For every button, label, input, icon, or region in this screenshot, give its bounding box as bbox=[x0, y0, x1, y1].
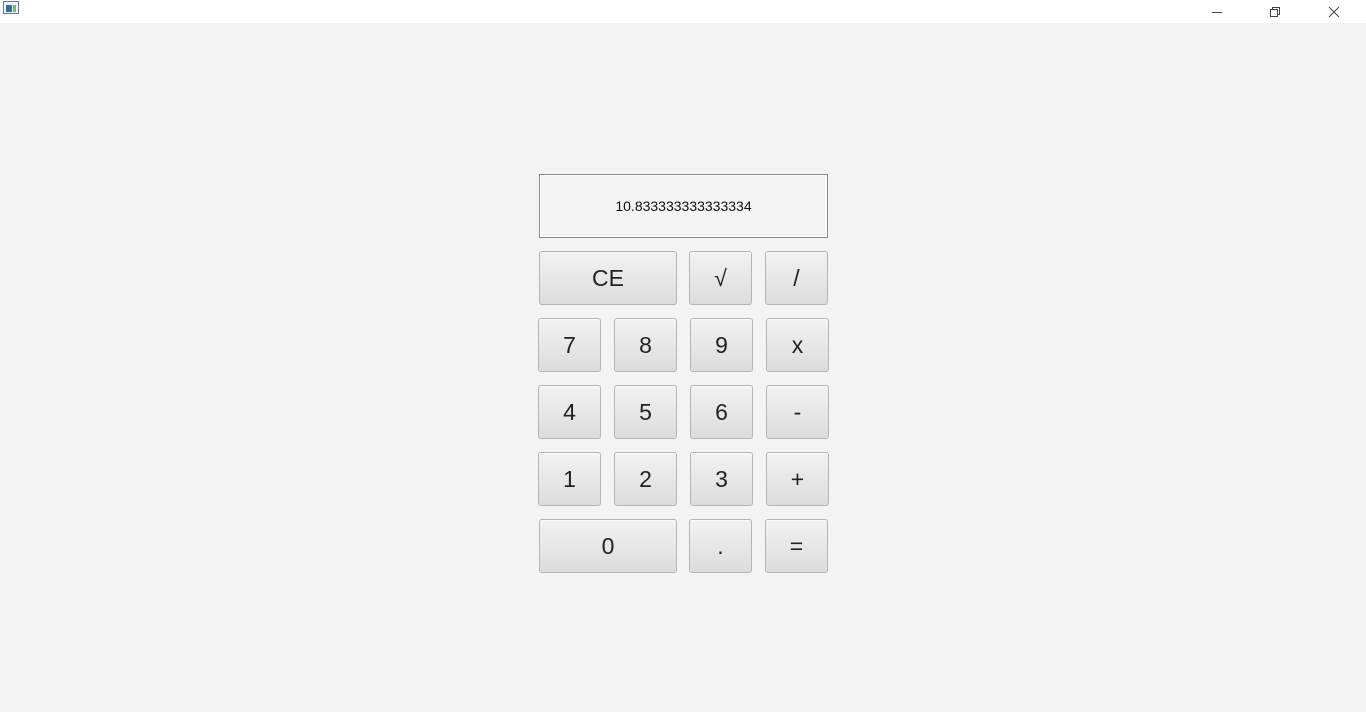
digit-6-button[interactable]: 6 bbox=[690, 385, 753, 439]
digit-8-button[interactable]: 8 bbox=[614, 318, 677, 372]
digit-0-button[interactable]: 0 bbox=[539, 519, 677, 573]
digit-4-button[interactable]: 4 bbox=[538, 385, 601, 439]
digit-2-button[interactable]: 2 bbox=[614, 452, 677, 506]
digit-5-button[interactable]: 5 bbox=[614, 385, 677, 439]
digit-9-button[interactable]: 9 bbox=[690, 318, 753, 372]
app-icon bbox=[3, 1, 19, 14]
close-icon bbox=[1328, 6, 1340, 17]
subtract-button[interactable]: - bbox=[766, 385, 829, 439]
digit-3-button[interactable]: 3 bbox=[690, 452, 753, 506]
digit-1-button[interactable]: 1 bbox=[538, 452, 601, 506]
equals-button[interactable]: = bbox=[765, 519, 828, 573]
minimize-button[interactable] bbox=[1194, 0, 1240, 23]
add-button[interactable]: + bbox=[766, 452, 829, 506]
result-display[interactable]: 10.833333333333334 bbox=[539, 174, 828, 238]
decimal-point-button[interactable]: . bbox=[689, 519, 752, 573]
clear-entry-button[interactable]: CE bbox=[539, 251, 677, 305]
title-bar bbox=[0, 0, 1366, 23]
divide-button[interactable]: / bbox=[765, 251, 828, 305]
minimize-icon bbox=[1212, 11, 1222, 13]
square-root-button[interactable]: √ bbox=[689, 251, 752, 305]
maximize-button[interactable] bbox=[1252, 0, 1298, 23]
digit-7-button[interactable]: 7 bbox=[538, 318, 601, 372]
restore-icon bbox=[1270, 6, 1280, 17]
multiply-button[interactable]: x bbox=[766, 318, 829, 372]
calculator-window: 10.833333333333334 CE √ / 7 8 9 x 4 5 6 … bbox=[0, 0, 1366, 712]
close-button[interactable] bbox=[1311, 0, 1357, 23]
